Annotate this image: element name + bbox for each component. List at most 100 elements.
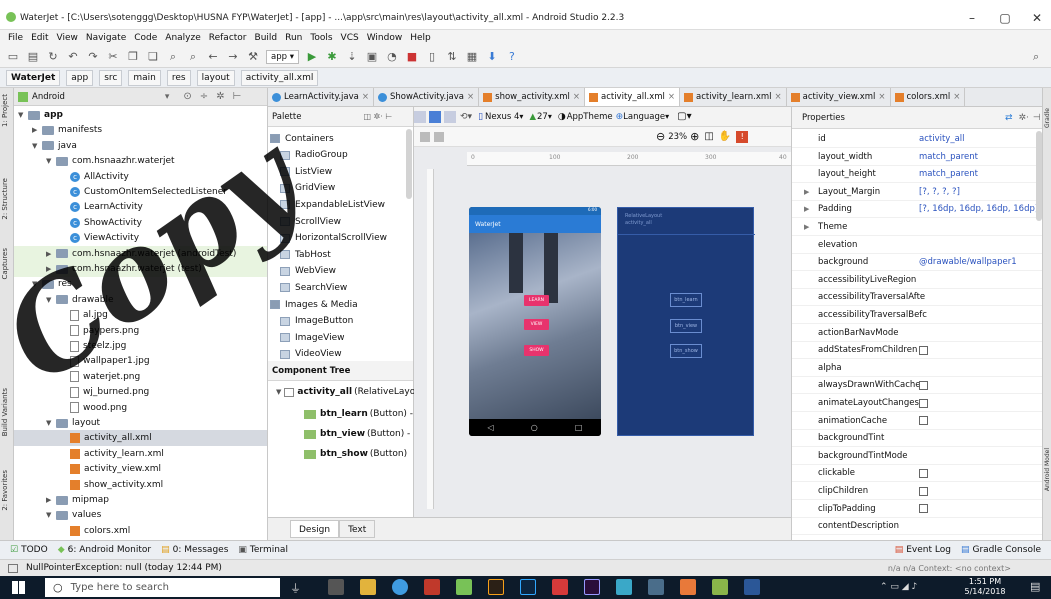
side-tab-favorites[interactable]: 2: Favorites — [1, 470, 9, 511]
property-checkbox[interactable] — [919, 486, 928, 496]
tab-text[interactable]: Text — [339, 520, 376, 538]
tree-item[interactable]: ▼ com.hsnaazhr.waterjet — [14, 153, 267, 169]
chevron-down-icon[interactable]: ▼ — [18, 111, 28, 119]
side-tab-gradle[interactable]: Gradle — [1044, 108, 1051, 128]
blueprint-btn-view[interactable]: btn_view — [670, 319, 702, 333]
tab-design[interactable]: Design — [290, 520, 340, 538]
close-tab-icon[interactable]: × — [362, 92, 369, 102]
photoshop-icon[interactable] — [520, 579, 536, 595]
palette-item[interactable]: ScrollView — [280, 213, 341, 230]
property-row[interactable]: layout_width match_parent — [792, 149, 1042, 166]
property-row[interactable]: backgroundTint — [792, 430, 1042, 448]
property-value[interactable]: @drawable/wallpaper1 — [919, 257, 1017, 267]
properties-hide-icon[interactable]: ⊣ — [1033, 113, 1041, 123]
property-row[interactable]: elevation — [792, 237, 1042, 254]
editor-tab[interactable]: activity_learn.xml × — [680, 88, 787, 106]
palette-item[interactable]: SearchView — [280, 279, 347, 296]
component-tree-item[interactable]: btn_show (Button) — [304, 449, 407, 459]
properties-settings-icon[interactable]: ✲· — [1019, 113, 1029, 123]
property-value[interactable]: match_parent — [919, 152, 978, 162]
menu-run[interactable]: Run — [285, 33, 302, 43]
palette-group[interactable]: Images & Media — [270, 296, 358, 313]
property-value[interactable]: match_parent — [919, 169, 978, 179]
editor-tab[interactable]: activity_all.xml × — [584, 88, 680, 106]
property-row[interactable]: accessibilityTraversalAfte — [792, 289, 1042, 307]
tree-item[interactable]: colors.xml — [14, 523, 267, 539]
cut-icon[interactable]: ✂ — [106, 50, 120, 63]
menu-build[interactable]: Build — [255, 33, 278, 43]
side-tab-project[interactable]: 1: Project — [1, 94, 9, 127]
replace-icon[interactable]: ⌕ — [186, 50, 200, 63]
attach-debugger-icon[interactable]: ⇣ — [345, 50, 359, 63]
breadcrumb-item[interactable]: activity_all.xml — [240, 69, 319, 86]
property-row[interactable]: animateLayoutChanges — [792, 395, 1042, 412]
menu-analyze[interactable]: Analyze — [165, 33, 200, 43]
system-tray-icons[interactable]: ⌃ ▭ ◢ ♪ — [880, 582, 917, 592]
toggle-panel-icon[interactable] — [420, 131, 430, 142]
chevron-right-icon[interactable]: ▶ — [46, 496, 56, 504]
app-icon[interactable] — [648, 579, 664, 595]
sdk-manager-icon[interactable]: ⬇ — [485, 50, 499, 63]
profile-icon[interactable]: ◔ — [385, 50, 399, 63]
run-icon[interactable]: ▶ — [305, 50, 319, 63]
android-studio-icon[interactable] — [456, 579, 472, 595]
tree-item[interactable]: c CustomOnItemSelectedListener — [14, 184, 267, 200]
side-tab-structure[interactable]: 2: Structure — [1, 178, 9, 220]
breadcrumb-item[interactable]: WaterJet — [6, 69, 61, 86]
component-tree-item[interactable]: btn_learn (Button) - — [304, 409, 413, 419]
breadcrumb-item[interactable]: main — [128, 69, 161, 86]
menu-vcs[interactable]: VCS — [341, 33, 359, 43]
property-checkbox[interactable] — [919, 416, 928, 426]
palette-item[interactable]: HorizontalScrollView — [280, 230, 387, 247]
chevron-down-icon[interactable]: ▼ — [46, 419, 56, 427]
zoom-out-icon[interactable]: ⊖ — [656, 130, 665, 143]
property-value[interactable]: activity_all — [919, 134, 965, 144]
tree-item[interactable]: steelz.jpg — [14, 338, 267, 354]
menu-view[interactable]: View — [57, 33, 78, 43]
close-button[interactable]: ✕ — [1027, 10, 1047, 26]
property-row[interactable]: clipChildren — [792, 483, 1042, 500]
editor-tab[interactable]: LearnActivity.java × — [268, 88, 374, 106]
tree-item[interactable]: ▶ com.hsnaazhr.waterjet (androidTest) — [14, 245, 267, 262]
breadcrumb-item[interactable]: src — [99, 69, 123, 86]
menu-window[interactable]: Window — [367, 33, 403, 43]
properties-scrollbar[interactable] — [1036, 131, 1042, 221]
action-center-icon[interactable]: ▤ — [1030, 580, 1040, 593]
messages-tab[interactable]: ▤ 0: Messages — [161, 545, 228, 555]
avd-manager-icon[interactable]: ▯ — [425, 50, 439, 63]
property-value[interactable]: [?, ?, ?, ?] — [919, 187, 960, 197]
property-row[interactable]: alwaysDrawnWithCache — [792, 377, 1042, 395]
chevron-down-icon[interactable]: ▼ — [32, 142, 42, 150]
tree-item[interactable]: activity_learn.xml — [14, 446, 267, 462]
tree-item[interactable]: ▶ manifests — [14, 122, 267, 138]
panel-settings-icon[interactable]: ✲ — [216, 91, 224, 102]
maximize-button[interactable]: ▢ — [995, 10, 1015, 26]
property-row[interactable]: animationCache — [792, 413, 1042, 430]
language-select[interactable]: Language — [623, 112, 665, 122]
breadcrumb-item[interactable]: layout — [196, 69, 235, 86]
editor-tab[interactable]: show_activity.xml × — [479, 88, 585, 106]
app-icon[interactable] — [680, 579, 696, 595]
component-tree-item[interactable]: btn_view (Button) - — [304, 429, 410, 439]
gradle-console-tab[interactable]: ▤ Gradle Console — [961, 545, 1041, 555]
editor-tab[interactable]: ShowActivity.java × — [374, 88, 480, 106]
blueprint-icon[interactable] — [429, 110, 441, 123]
terminal-tab[interactable]: ▣ Terminal — [238, 545, 288, 555]
menu-navigate[interactable]: Navigate — [86, 33, 126, 43]
tree-item[interactable]: activity_all.xml — [14, 430, 267, 447]
microphone-icon[interactable]: ⏚ — [290, 580, 301, 596]
tree-item[interactable]: wood.png — [14, 400, 267, 416]
palette-item[interactable]: ImageView — [280, 329, 345, 346]
tree-item[interactable]: ▼ values — [14, 507, 267, 523]
coverage-icon[interactable]: ▣ — [365, 50, 379, 63]
property-row[interactable]: layout_height match_parent — [792, 166, 1042, 184]
component-tree-root[interactable]: ▼ activity_all (RelativeLayout) — [276, 387, 428, 397]
chevron-right-icon[interactable]: ▶ — [32, 126, 42, 134]
menu-help[interactable]: Help — [410, 33, 431, 43]
close-tab-icon[interactable]: × — [775, 92, 782, 102]
toggle-blueprint-icon[interactable] — [434, 131, 444, 142]
editor-tab[interactable]: colors.xml × — [891, 88, 966, 106]
design-surface-icon[interactable] — [414, 110, 426, 123]
chevron-right-icon[interactable]: ▶ — [804, 205, 809, 213]
event-log-tab[interactable]: ▤ Event Log — [895, 545, 951, 555]
